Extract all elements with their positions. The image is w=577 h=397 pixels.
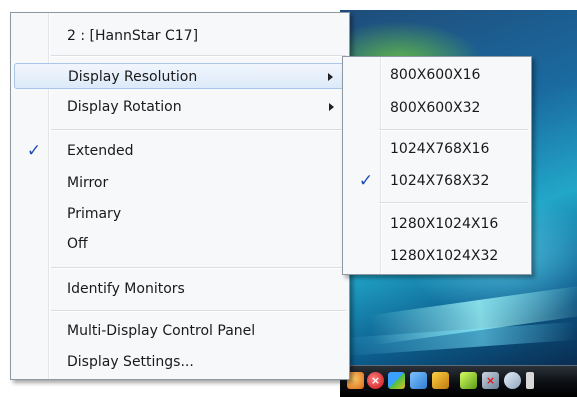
- windows-tray-icon[interactable]: [388, 372, 405, 389]
- menu-separator: [51, 55, 346, 57]
- display-resolution-item[interactable]: Display Resolution: [14, 63, 346, 89]
- extended-label: Extended: [67, 143, 134, 159]
- screen: × × 2 : [HannStar C17] Display Resolutio…: [0, 0, 577, 397]
- resolution-label: 1024X768X32: [390, 173, 490, 189]
- display-settings-label: Display Settings...: [67, 354, 194, 370]
- mirror-item[interactable]: Mirror: [14, 170, 346, 196]
- display-rotation-item[interactable]: Display Rotation: [14, 94, 346, 120]
- resolution-item[interactable]: 800X600X32: [346, 95, 528, 121]
- display-context-menu: 2 : [HannStar C17] Display Resolution Di…: [10, 12, 350, 380]
- menu-separator: [51, 267, 346, 269]
- update-tray-icon[interactable]: [410, 372, 427, 389]
- device-tray-icon[interactable]: [460, 372, 477, 389]
- resolution-item[interactable]: 800X600X16: [346, 62, 528, 88]
- monitor-header-label: 2 : [HannStar C17]: [67, 28, 199, 44]
- menu-separator: [379, 129, 528, 131]
- resolution-label: 800X600X16: [390, 67, 481, 83]
- resolution-item[interactable]: ✓ 1024X768X32: [346, 168, 528, 194]
- resolution-submenu: 800X600X16 800X600X32 1024X768X16 ✓ 1024…: [342, 56, 532, 275]
- warning-tray-icon[interactable]: [432, 372, 449, 389]
- x-mark-icon: ×: [485, 374, 496, 387]
- menu-separator: [51, 129, 346, 131]
- security-alert-icon[interactable]: ×: [367, 372, 384, 389]
- x-mark-icon: ×: [370, 374, 381, 387]
- display-settings-item[interactable]: Display Settings...: [14, 349, 346, 375]
- extended-item[interactable]: ✓ Extended: [14, 138, 346, 164]
- identify-monitors-label: Identify Monitors: [67, 281, 185, 297]
- resolution-label: 1024X768X16: [390, 141, 490, 157]
- identify-monitors-item[interactable]: Identify Monitors: [14, 276, 346, 302]
- multi-display-control-panel-label: Multi-Display Control Panel: [67, 323, 256, 339]
- resolution-item[interactable]: 1280X1024X32: [346, 243, 528, 269]
- resolution-label: 800X600X32: [390, 100, 481, 116]
- checkmark-icon: ✓: [26, 141, 42, 161]
- primary-label: Primary: [67, 206, 122, 222]
- menu-separator: [379, 202, 528, 204]
- submenu-arrow-icon: [328, 73, 333, 81]
- display-resolution-label: Display Resolution: [68, 69, 198, 85]
- monitor-header-item[interactable]: 2 : [HannStar C17]: [14, 23, 346, 49]
- display-rotation-label: Display Rotation: [67, 99, 182, 115]
- mirror-label: Mirror: [67, 175, 109, 191]
- checkmark-icon: ✓: [358, 171, 374, 191]
- submenu-arrow-icon: [329, 103, 334, 111]
- resolution-item[interactable]: 1024X768X16: [346, 136, 528, 162]
- network-disconnected-icon[interactable]: ×: [482, 372, 499, 389]
- resolution-item[interactable]: 1280X1024X16: [346, 211, 528, 237]
- resolution-label: 1280X1024X16: [390, 216, 499, 232]
- primary-item[interactable]: Primary: [14, 201, 346, 227]
- menu-separator: [51, 310, 346, 312]
- off-item[interactable]: Off: [14, 231, 346, 257]
- off-label: Off: [67, 236, 88, 252]
- multi-display-control-panel-item[interactable]: Multi-Display Control Panel: [14, 318, 346, 344]
- resolution-label: 1280X1024X32: [390, 248, 499, 264]
- tray-overflow-icon[interactable]: [526, 372, 534, 389]
- taskbar: × ×: [340, 365, 577, 397]
- volume-icon[interactable]: [504, 372, 521, 389]
